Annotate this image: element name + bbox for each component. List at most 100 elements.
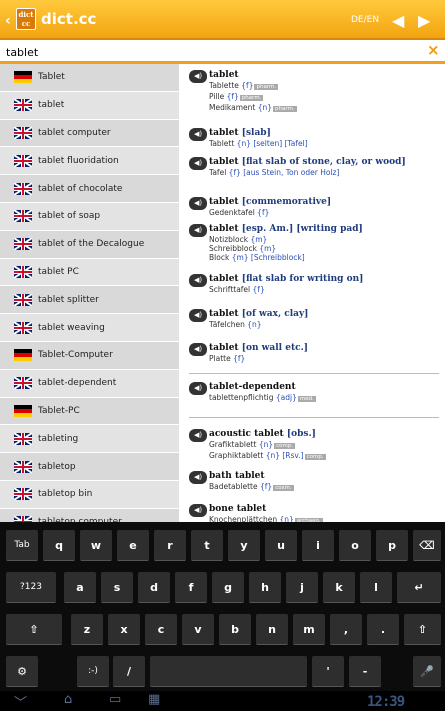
key-d[interactable]: d — [138, 572, 170, 603]
uk-flag-icon — [14, 321, 32, 334]
key-m[interactable]: m — [293, 614, 325, 645]
speaker-icon[interactable]: ◀) — [189, 309, 207, 322]
key-g[interactable]: g — [212, 572, 244, 603]
speaker-icon[interactable]: ◀) — [189, 429, 207, 442]
result-entry[interactable]: ◀) tablet [esp. Am.] [writing pad] Notizbl… — [189, 224, 439, 262]
speaker-icon[interactable]: ◀) — [189, 70, 207, 83]
key-x[interactable]: x — [108, 614, 140, 645]
list-item[interactable]: Tablet-PC — [0, 397, 179, 426]
result-entry[interactable]: ◀) bone tablet Knochenplättchen {n} archaeo… — [189, 504, 439, 522]
key-c[interactable]: c — [145, 614, 177, 645]
result-entry[interactable]: ◀) tablet [of wax, clay] Täfelchen {n} — [189, 309, 439, 329]
list-item[interactable]: tablet of soap — [0, 203, 179, 231]
speaker-icon[interactable]: ◀) — [189, 197, 207, 210]
key-b[interactable]: b — [219, 614, 251, 645]
backspace-key[interactable]: ⌫ — [413, 530, 441, 561]
translation-line: Platte {f} — [209, 354, 439, 363]
key-punct[interactable]: ' — [312, 656, 344, 687]
speaker-icon[interactable]: ◀) — [189, 128, 207, 141]
settings-key[interactable]: ⚙ — [6, 656, 38, 687]
key-f[interactable]: f — [175, 572, 207, 603]
key-punct[interactable]: . — [367, 614, 399, 645]
key-k[interactable]: k — [323, 572, 355, 603]
list-item[interactable]: Tablet — [0, 64, 179, 92]
shift-key[interactable]: ⇧ — [6, 614, 62, 645]
list-item[interactable]: tablet fluoridation — [0, 147, 179, 176]
list-item[interactable]: tablet of the Decalogue — [0, 230, 179, 259]
list-item[interactable]: tabletop bin — [0, 481, 179, 509]
key-r[interactable]: r — [154, 530, 186, 561]
next-language-icon[interactable]: ▶ — [418, 11, 430, 30]
speaker-icon[interactable]: ◀) — [189, 224, 207, 237]
symbols-key[interactable]: ?123 — [6, 572, 56, 603]
list-item[interactable]: tabletop — [0, 453, 179, 481]
result-entry[interactable]: ◀) tablet Tablette {f} pharm. Pille {f} pharm… — [189, 70, 439, 114]
headword: tablet — [209, 128, 239, 138]
key-v[interactable]: v — [182, 614, 214, 645]
headword-qualifier: [on wall etc.] — [241, 343, 308, 353]
list-item[interactable]: tabletop computer — [0, 508, 179, 522]
result-entry[interactable]: ◀) tablet [on wall etc.] Platte {f} — [189, 343, 439, 363]
enter-key[interactable]: ↵ — [397, 572, 441, 603]
speaker-icon[interactable]: ◀) — [189, 471, 207, 484]
key-e[interactable]: e — [117, 530, 149, 561]
list-item[interactable]: Tablet-Computer — [0, 341, 179, 370]
key-l[interactable]: l — [360, 572, 392, 603]
smiley-key[interactable]: :-) — [77, 656, 109, 687]
list-item[interactable]: tablet — [0, 92, 179, 120]
key-punct[interactable]: / — [113, 656, 145, 687]
key-punct[interactable]: , — [330, 614, 362, 645]
list-item[interactable]: tablet splitter — [0, 286, 179, 315]
speaker-icon[interactable]: ◀) — [189, 274, 207, 287]
language-pair-button[interactable]: DE/EN — [351, 15, 379, 25]
space-bar[interactable] — [150, 656, 307, 687]
shift-key[interactable]: ⇧ — [404, 614, 441, 645]
microphone-key[interactable]: 🎤 — [413, 656, 441, 687]
key-q[interactable]: q — [43, 530, 75, 561]
result-entry[interactable]: ◀) tablet [commemorative] Gedenktafel {f} — [189, 197, 439, 217]
key-punct[interactable]: - — [349, 656, 381, 687]
nav-recent-icon[interactable]: ▭ — [109, 692, 121, 707]
key-p[interactable]: p — [376, 530, 408, 561]
search-input[interactable] — [6, 43, 386, 61]
list-item[interactable]: tablet computer — [0, 119, 179, 148]
headword-qualifier: [obs.] — [286, 429, 316, 439]
key-a[interactable]: a — [64, 572, 96, 603]
nav-back-icon[interactable]: ﹀ — [14, 692, 27, 711]
translation-word: Täfelchen — [209, 320, 245, 329]
key-w[interactable]: w — [80, 530, 112, 561]
list-item[interactable]: tablet-dependent — [0, 370, 179, 398]
speaker-icon[interactable]: ◀) — [189, 157, 207, 170]
result-entry[interactable]: ◀) tablet [slab] Tablett {n} [selten] [Taf… — [189, 128, 439, 148]
speaker-icon[interactable]: ◀) — [189, 382, 207, 395]
key-u[interactable]: u — [265, 530, 297, 561]
list-item[interactable]: tablet of chocolate — [0, 175, 179, 203]
result-entry[interactable]: ◀) bath tablet Badetablette {f} cosm. — [189, 471, 439, 493]
key-y[interactable]: y — [228, 530, 260, 561]
result-entry[interactable]: ◀) tablet [flat slab for writing on] Schri… — [189, 274, 439, 294]
key-j[interactable]: j — [286, 572, 318, 603]
list-item[interactable]: tablet PC — [0, 259, 179, 287]
key-s[interactable]: s — [101, 572, 133, 603]
result-entry[interactable]: ◀) tablet [flat slab of stone, clay, or w… — [189, 157, 439, 177]
back-icon[interactable]: ‹ — [5, 13, 11, 29]
suggestion-list: Tablet tablet tablet computer tablet fluori… — [0, 64, 179, 522]
speaker-icon[interactable]: ◀) — [189, 504, 207, 517]
clear-icon[interactable]: × — [427, 41, 440, 59]
key-n[interactable]: n — [256, 614, 288, 645]
result-entry[interactable]: ◀) tablet-dependent tablettenpflichtig {ad… — [189, 382, 439, 404]
key-o[interactable]: o — [339, 530, 371, 561]
tab-key[interactable]: Tab — [6, 530, 38, 561]
app-grid-icon[interactable]: ▦ — [148, 692, 160, 707]
previous-language-icon[interactable]: ◀ — [392, 11, 404, 30]
list-item[interactable]: tableting — [0, 425, 179, 454]
key-i[interactable]: i — [302, 530, 334, 561]
list-item[interactable]: tablet weaving — [0, 314, 179, 342]
app-header: ‹ dict cc dict.cc DE/EN ◀ ▶ — [0, 0, 445, 40]
key-h[interactable]: h — [249, 572, 281, 603]
nav-home-icon[interactable]: ⌂ — [64, 692, 72, 707]
speaker-icon[interactable]: ◀) — [189, 343, 207, 356]
key-z[interactable]: z — [71, 614, 103, 645]
result-entry[interactable]: ◀) acoustic tablet [obs.] Grafiktablett {n… — [189, 429, 439, 462]
key-t[interactable]: t — [191, 530, 223, 561]
